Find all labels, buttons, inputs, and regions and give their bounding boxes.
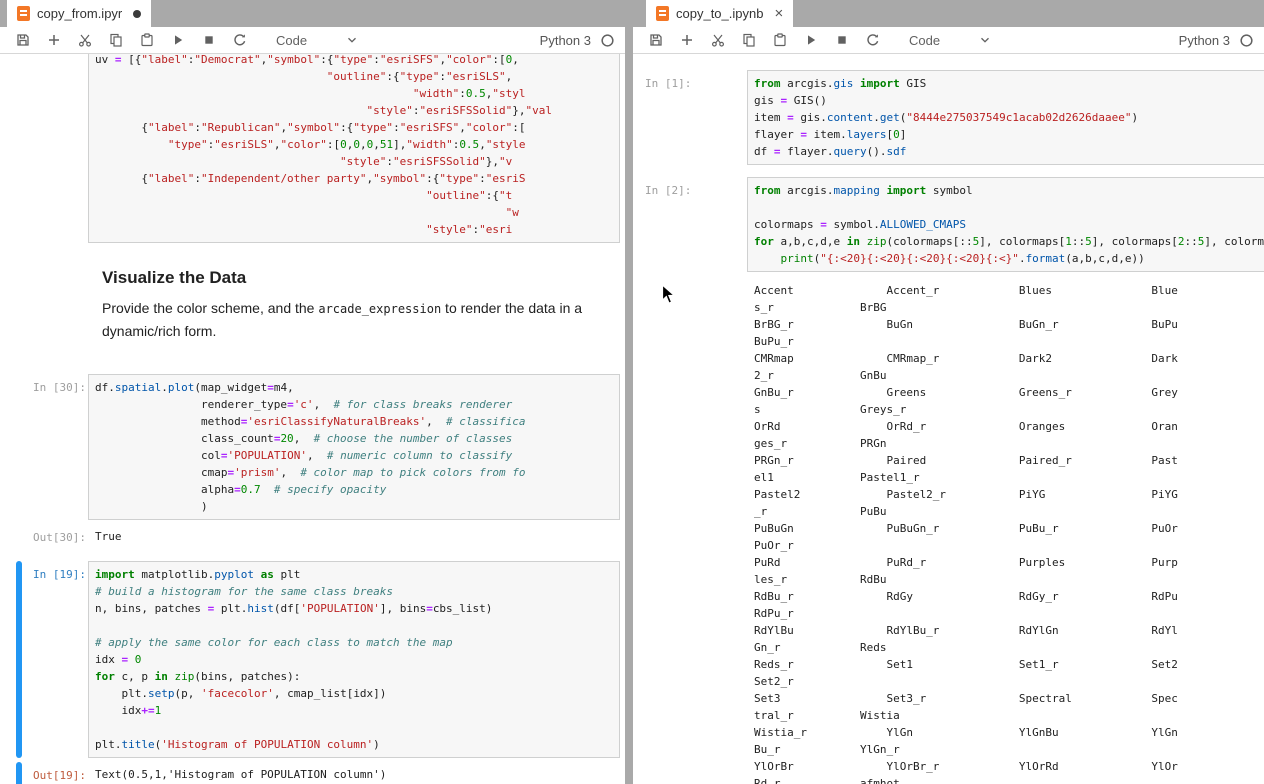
tab-bar: copy_from.ipyr [0,0,625,27]
code-cell: In [19]: import matplotlib.pyplot as plt … [16,561,620,758]
kernel-name[interactable]: Python 3 [540,33,591,48]
cell-type-dropdown[interactable]: Code [272,31,363,50]
kernel-status-icon [601,33,614,47]
tab-title: copy_to_.ipynb [676,6,764,21]
tab-title: copy_from.ipyr [37,6,123,21]
input-prompt: In [30]: [33,381,86,394]
markdown-paragraph: Provide the color scheme, and the arcade… [102,300,583,339]
toolbar-buttons [643,29,885,51]
code-editor[interactable]: uv = [{"label":"Democrat","symbol":{"typ… [88,54,620,243]
stop-icon [204,36,213,44]
notebook-tab[interactable]: copy_to_.ipynb × [646,0,794,27]
add-cell-button[interactable] [674,29,699,51]
code-editor[interactable]: from arcgis.mapping import symbol colorm… [747,177,1264,272]
panel-split-divider[interactable] [625,0,633,784]
kernel-status-icon [1240,33,1253,47]
save-icon [16,34,29,46]
paste-cells-button[interactable] [134,29,159,51]
add-cell-button[interactable] [41,29,66,51]
save-icon [649,34,662,46]
copy-cells-button[interactable] [103,29,128,51]
code-cell: In [1]: from arcgis.gis import GIS gis = … [637,70,1264,165]
code-editor[interactable]: from arcgis.gis import GIS gis = GIS() i… [747,70,1264,165]
output-prompt: Out[19]: [33,769,86,782]
cut-cells-icon [78,34,91,47]
cell-type-value: Code [909,32,941,48]
output-text: True [95,530,122,543]
copy-cells-button[interactable] [736,29,761,51]
cell-type-dropdown[interactable]: Code [905,31,996,50]
code-text: df.spatial.plot(map_widget=m4, renderer_… [95,381,526,513]
unsaved-changes-dot-icon[interactable] [133,9,142,18]
toolbar-buttons [10,29,252,51]
stop-button[interactable] [829,29,854,51]
notebook-scroll-area[interactable]: In [1]: from arcgis.gis import GIS gis = … [633,54,1264,784]
stop-icon [837,36,846,44]
input-prompt: In [1]: [645,77,692,90]
restart-kernel-button[interactable] [227,29,252,51]
jupyterlab-window: copy_from.ipyr Code Python 3 uv = [{"lab… [0,0,1264,784]
code-text: from arcgis.gis import GIS gis = GIS() i… [754,77,1139,158]
code-text: from arcgis.mapping import symbol colorm… [754,184,1264,265]
save-button[interactable] [643,29,668,51]
output-text: Accent Accent_r Blues Blue s_r BrBG BrBG… [754,284,1178,784]
code-editor[interactable]: import matplotlib.pyplot as plt # build … [88,561,620,758]
notebook-file-icon [656,6,669,21]
stop-button[interactable] [196,29,221,51]
save-button[interactable] [10,29,35,51]
prompt-spacer [22,54,86,243]
output-text: Text(0.5,1,'Histogram of POPULATION colu… [95,768,387,781]
paste-cells-icon [773,33,786,47]
code-cell: In [2]: from arcgis.mapping import symbol… [637,177,1264,272]
run-button[interactable] [165,29,190,51]
cell-type-value: Code [276,32,308,48]
notebook-toolbar: Code Python 3 [0,27,625,54]
notebook-scroll-area[interactable]: uv = [{"label":"Democrat","symbol":{"typ… [0,54,625,784]
copy-cells-icon [109,33,122,47]
chevron-down-icon [348,37,357,43]
paste-cells-button[interactable] [767,29,792,51]
notebook-toolbar: Code Python 3 [633,27,1264,54]
kernel-name[interactable]: Python 3 [1179,33,1230,48]
cut-cells-button[interactable] [705,29,730,51]
code-text: import matplotlib.pyplot as plt # build … [95,568,493,751]
paste-cells-icon [140,33,153,47]
output-prompt: Out[30]: [33,531,86,544]
cut-cells-icon [711,34,724,47]
markdown-cell: Visualize the Data Provide the color sche… [16,255,620,362]
add-cell-icon [681,35,692,45]
tab-bar: copy_to_.ipynb × [633,0,1264,27]
notebook-panel-right: copy_to_.ipynb × Code Python 3 In [1]: fr… [633,0,1264,784]
add-cell-icon [48,35,59,45]
code-text: uv = [{"label":"Democrat","symbol":{"typ… [95,54,552,236]
input-prompt: In [2]: [645,184,692,197]
code-editor[interactable]: df.spatial.plot(map_widget=m4, renderer_… [88,374,620,520]
code-cell: uv = [{"label":"Democrat","symbol":{"typ… [16,54,620,243]
output-area: Out[19]: Text(0.5,1,'Histogram of POPULAT… [16,762,620,784]
restart-kernel-button[interactable] [860,29,885,51]
notebook-file-icon [17,6,30,21]
output-area: Out[30]: True [16,524,620,549]
close-tab-icon[interactable]: × [774,6,783,21]
chevron-down-icon [981,37,990,43]
run-button[interactable] [798,29,823,51]
input-prompt: In [19]: [33,568,86,581]
code-cell: In [30]: df.spatial.plot(map_widget=m4, r… [16,374,620,520]
markdown-heading: Visualize the Data [102,268,247,287]
restart-kernel-icon [233,34,245,46]
output-area: Accent Accent_r Blues Blue s_r BrBG BrBG… [637,278,1264,784]
notebook-panel-left: copy_from.ipyr Code Python 3 uv = [{"lab… [0,0,625,784]
copy-cells-icon [742,33,755,47]
prompt-spacer [643,278,741,784]
run-icon [174,35,182,45]
run-icon [807,35,815,45]
prompt-spacer [29,261,93,352]
cut-cells-button[interactable] [72,29,97,51]
notebook-tab[interactable]: copy_from.ipyr [7,0,152,27]
restart-kernel-icon [866,34,878,46]
